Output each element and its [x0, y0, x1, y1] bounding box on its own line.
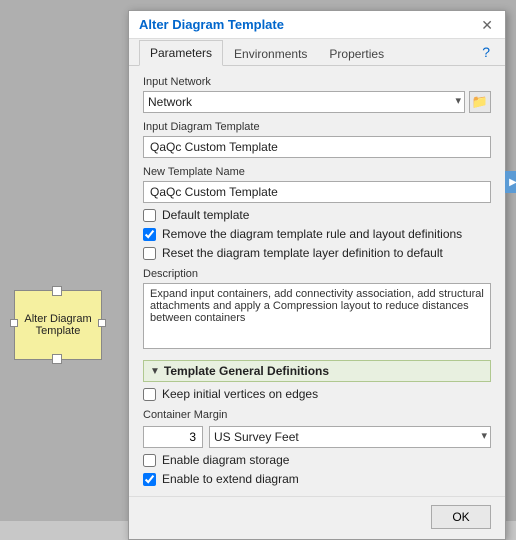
section-header-label: Template General Definitions	[164, 364, 329, 378]
keep-initial-label: Keep initial vertices on edges	[162, 387, 318, 401]
default-template-checkbox[interactable]	[143, 209, 156, 222]
enable-extend-row: Enable to extend diagram	[143, 472, 491, 486]
input-network-row: Network 📁	[143, 91, 491, 113]
reset-layer-checkbox[interactable]	[143, 247, 156, 260]
reset-layer-label: Reset the diagram template layer definit…	[162, 246, 443, 260]
folder-button-network[interactable]: 📁	[469, 91, 491, 113]
tab-parameters[interactable]: Parameters	[139, 40, 223, 66]
dialog-titlebar: Alter Diagram Template ✕	[129, 11, 505, 39]
remove-rules-checkbox[interactable]	[143, 228, 156, 241]
dialog-body: Input Network Network 📁 Input Diagram Te…	[129, 66, 505, 496]
enable-extend-checkbox[interactable]	[143, 473, 156, 486]
remove-rules-row: Remove the diagram template rule and lay…	[143, 227, 491, 241]
description-label: Description	[143, 268, 491, 280]
tab-properties[interactable]: Properties	[318, 41, 395, 66]
container-margin-row: US Survey Feet	[143, 426, 491, 448]
keep-initial-checkbox[interactable]	[143, 388, 156, 401]
side-expand-arrow[interactable]: ▶	[505, 171, 516, 193]
enable-extend-label: Enable to extend diagram	[162, 472, 299, 486]
node-handle-left	[10, 319, 18, 327]
container-margin-input[interactable]	[143, 426, 203, 448]
template-general-definitions-header[interactable]: ▼ Template General Definitions	[143, 360, 491, 382]
new-template-name-label: New Template Name	[143, 166, 491, 178]
dialog-title: Alter Diagram Template	[139, 17, 284, 32]
description-textarea[interactable]: Expand input containers, add connectivit…	[143, 283, 491, 349]
input-network-label: Input Network	[143, 76, 491, 88]
new-template-name-input[interactable]	[143, 181, 491, 203]
diagram-node: Alter DiagramTemplate	[14, 290, 102, 360]
help-icon[interactable]: ?	[477, 39, 495, 65]
units-select-wrapper: US Survey Feet	[209, 426, 491, 448]
input-network-select[interactable]: Network	[143, 91, 465, 113]
keep-initial-row: Keep initial vertices on edges	[143, 387, 491, 401]
node-handle-right	[98, 319, 106, 327]
dialog-footer: OK	[129, 496, 505, 539]
default-template-label: Default template	[162, 208, 249, 222]
ok-button[interactable]: OK	[431, 505, 491, 529]
diagram-node-label: Alter DiagramTemplate	[24, 313, 91, 337]
input-network-select-wrapper: Network	[143, 91, 465, 113]
enable-storage-label: Enable diagram storage	[162, 453, 289, 467]
container-margin-label: Container Margin	[143, 409, 491, 421]
input-diagram-template-input[interactable]	[143, 136, 491, 158]
section-arrow-icon: ▼	[150, 366, 160, 377]
remove-rules-label: Remove the diagram template rule and lay…	[162, 227, 462, 241]
enable-storage-row: Enable diagram storage	[143, 453, 491, 467]
enable-storage-checkbox[interactable]	[143, 454, 156, 467]
input-diagram-template-label: Input Diagram Template	[143, 121, 491, 133]
alter-diagram-dialog: Alter Diagram Template ✕ Parameters Envi…	[128, 10, 506, 540]
tab-environments[interactable]: Environments	[223, 41, 318, 66]
default-template-row: Default template	[143, 208, 491, 222]
background-area: Alter DiagramTemplate Alter Diagram Temp…	[0, 0, 516, 521]
reset-layer-row: Reset the diagram template layer definit…	[143, 246, 491, 260]
units-select[interactable]: US Survey Feet	[209, 426, 491, 448]
close-button[interactable]: ✕	[479, 18, 495, 32]
dialog-tabs: Parameters Environments Properties ?	[129, 39, 505, 66]
